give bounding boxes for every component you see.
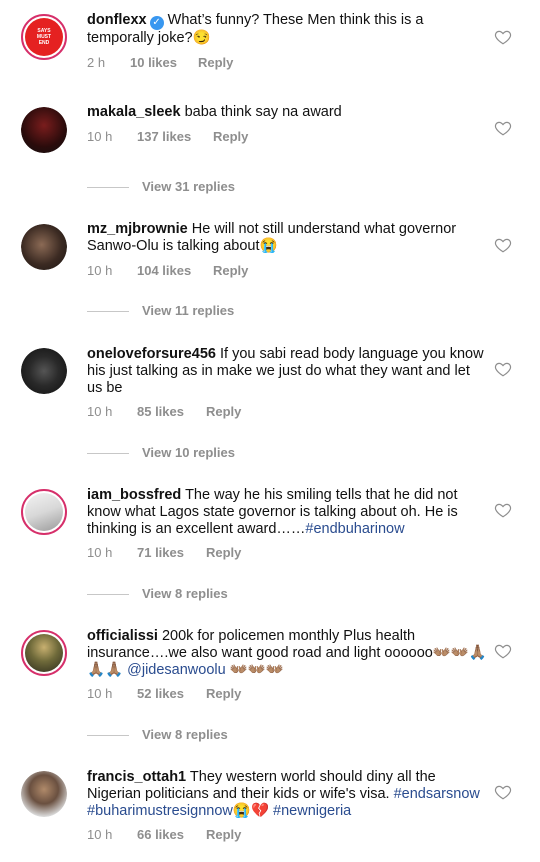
comment-body-tail: 👐🏽👐🏽👐🏽	[225, 662, 284, 678]
timestamp: 10 h	[87, 827, 113, 842]
likes-count[interactable]: 10 likes	[130, 55, 177, 70]
timestamp: 10 h	[87, 129, 113, 144]
hashtag-link[interactable]: #endbuharinow	[305, 521, 404, 537]
mention-link[interactable]: @jidesanwoolu	[127, 662, 226, 678]
heart-icon[interactable]	[494, 360, 512, 378]
username[interactable]: mz_mjbrownie	[87, 221, 188, 237]
comment-body: baba think say na award	[184, 104, 342, 120]
timestamp: 10 h	[87, 545, 113, 560]
timestamp: 10 h	[87, 686, 113, 701]
reply-button[interactable]: Reply	[206, 545, 241, 560]
avatar[interactable]	[21, 630, 67, 676]
username[interactable]: makala_sleek	[87, 104, 181, 120]
heart-icon[interactable]	[494, 119, 512, 137]
likes-count[interactable]: 71 likes	[137, 545, 184, 560]
avatar[interactable]	[21, 771, 67, 817]
comment-text: officialissi 200k for policemen monthly …	[87, 628, 487, 679]
comment-text: francis_ottah1 They western world should…	[87, 769, 487, 820]
view-replies-link[interactable]: View 10 replies	[87, 445, 235, 460]
view-replies-label: View 11 replies	[142, 303, 235, 318]
reply-button[interactable]: Reply	[198, 55, 233, 70]
heart-icon[interactable]	[494, 28, 512, 46]
comment-text: oneloveforsure456 If you sabi read body …	[87, 346, 487, 397]
likes-count[interactable]: 52 likes	[137, 686, 184, 701]
comment-text: makala_sleek baba think say na award	[87, 104, 487, 121]
likes-count[interactable]: 104 likes	[137, 263, 191, 278]
reply-button[interactable]: Reply	[206, 827, 241, 842]
avatar[interactable]	[21, 107, 67, 153]
view-replies-label: View 31 replies	[142, 179, 235, 194]
view-replies-label: View 8 replies	[142, 727, 228, 742]
username[interactable]: oneloveforsure456	[87, 346, 216, 362]
comment-text: donflexx ✓ What’s funny? These Men think …	[87, 12, 487, 47]
heart-icon[interactable]	[494, 783, 512, 801]
username[interactable]: iam_bossfred	[87, 487, 181, 503]
view-replies-link[interactable]: View 31 replies	[87, 179, 235, 194]
avatar-logo-text: SAYS MUST END	[36, 28, 52, 46]
divider	[87, 187, 129, 189]
hashtag-link[interactable]: #newnigeria	[273, 803, 351, 819]
reply-button[interactable]: Reply	[213, 129, 248, 144]
avatar[interactable]	[21, 348, 67, 394]
timestamp: 2 h	[87, 55, 106, 70]
heart-icon[interactable]	[494, 642, 512, 660]
comment-text: iam_bossfred The way he his smiling tell…	[87, 487, 487, 538]
avatar[interactable]	[21, 224, 67, 270]
comment-emoji: 😭💔	[232, 803, 269, 819]
comment-text: mz_mjbrownie He will not still understan…	[87, 221, 487, 255]
view-replies-link[interactable]: View 11 replies	[87, 303, 234, 318]
view-replies-label: View 8 replies	[142, 586, 228, 601]
reply-button[interactable]: Reply	[206, 404, 241, 419]
likes-count[interactable]: 137 likes	[137, 129, 191, 144]
heart-icon[interactable]	[494, 501, 512, 519]
timestamp: 10 h	[87, 404, 113, 419]
likes-count[interactable]: 66 likes	[137, 827, 184, 842]
heart-icon[interactable]	[494, 236, 512, 254]
divider	[87, 735, 129, 737]
username[interactable]: francis_ottah1	[87, 769, 186, 785]
divider	[87, 311, 129, 313]
view-replies-label: View 10 replies	[142, 445, 235, 460]
username[interactable]: donflexx	[87, 12, 147, 28]
avatar[interactable]	[21, 489, 67, 535]
reply-button[interactable]: Reply	[213, 263, 248, 278]
divider	[87, 594, 129, 596]
username[interactable]: officialissi	[87, 628, 158, 644]
view-replies-link[interactable]: View 8 replies	[87, 586, 228, 601]
divider	[87, 453, 129, 455]
likes-count[interactable]: 85 likes	[137, 404, 184, 419]
timestamp: 10 h	[87, 263, 113, 278]
view-replies-link[interactable]: View 8 replies	[87, 727, 228, 742]
verified-badge-icon: ✓	[149, 16, 164, 30]
reply-button[interactable]: Reply	[206, 686, 241, 701]
avatar[interactable]: SAYS MUST END	[21, 14, 67, 60]
